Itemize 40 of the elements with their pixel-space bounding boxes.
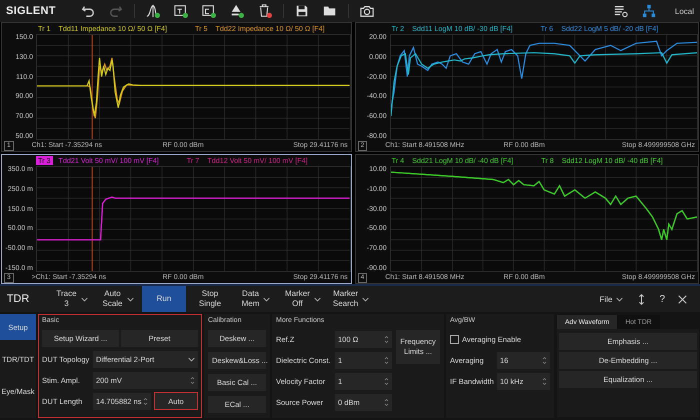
caret-icon — [126, 296, 134, 302]
remote-status: Local — [674, 6, 694, 16]
spinner-icon[interactable] — [384, 334, 389, 344]
help-button[interactable]: ? — [655, 294, 669, 304]
caret-icon — [314, 296, 321, 302]
caret-icon — [263, 296, 270, 302]
spinner-icon[interactable] — [384, 354, 389, 366]
caret-icon — [80, 296, 88, 302]
spinner-icon[interactable] — [384, 396, 389, 408]
undo-icon[interactable] — [80, 4, 95, 18]
caret-icon — [188, 356, 195, 362]
file-menu-button[interactable]: File — [594, 286, 628, 312]
add-channel-icon[interactable] — [202, 4, 216, 18]
softkey-button[interactable]: Data Mem — [234, 286, 278, 312]
softkey-button[interactable]: Auto Scale — [96, 286, 140, 312]
spinner-icon[interactable] — [542, 376, 547, 386]
menu-title: TDR — [6, 293, 30, 305]
folder-icon[interactable] — [322, 4, 337, 18]
camera-icon[interactable] — [360, 4, 374, 18]
spinner-icon[interactable] — [384, 376, 389, 386]
network-icon[interactable] — [642, 4, 656, 18]
delete-icon[interactable] — [258, 4, 272, 18]
spinner-icon[interactable] — [542, 354, 547, 366]
softkey-button[interactable]: Stop Single — [188, 286, 232, 312]
caret-icon — [362, 296, 370, 302]
softkey-button[interactable]: Marker Search — [328, 286, 374, 312]
softkey-button[interactable]: Run — [142, 286, 186, 312]
add-trace-icon[interactable] — [174, 4, 188, 18]
brand-logo: SIGLENT — [6, 5, 56, 17]
add-marker-icon[interactable] — [146, 4, 160, 18]
resize-icon[interactable] — [637, 294, 646, 304]
softkey-button[interactable]: Marker Off — [280, 286, 326, 312]
list-settings-icon[interactable] — [614, 4, 628, 18]
spinner-icon[interactable] — [190, 374, 195, 386]
close-icon[interactable] — [678, 294, 687, 304]
caret-icon — [616, 296, 624, 302]
save-icon[interactable] — [294, 4, 309, 18]
spinner-icon[interactable] — [143, 396, 148, 406]
softkey-button[interactable]: Trace 3 — [50, 286, 94, 312]
fill-drop-icon[interactable] — [230, 4, 244, 18]
